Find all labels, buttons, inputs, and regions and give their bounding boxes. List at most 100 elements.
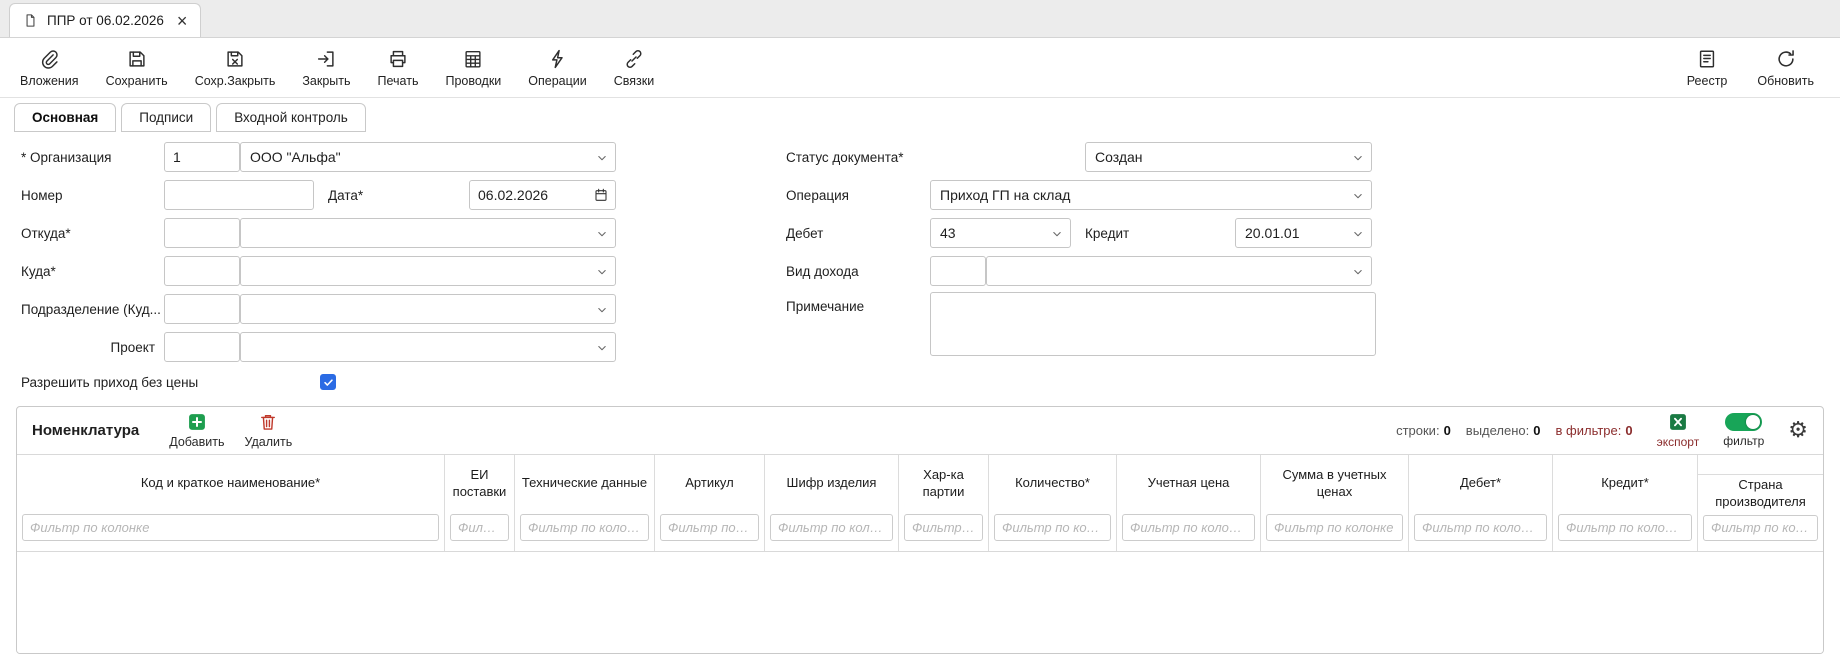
document-tab[interactable]: ППР от 06.02.2026 × [9,3,201,37]
column-filter-input[interactable] [994,514,1111,541]
to-label: Куда* [21,264,164,279]
note-textarea[interactable] [930,292,1376,356]
column-filter-input[interactable] [1414,514,1547,541]
column-filter-input[interactable] [904,514,983,541]
organization-code-input[interactable] [164,142,240,172]
plus-icon [187,412,207,432]
operation-value: Приход ГП на склад [940,187,1070,203]
column-filter-input[interactable] [1703,515,1818,541]
registry-button[interactable]: Реестр [1687,48,1728,88]
date-field[interactable] [469,180,616,210]
chevron-down-icon [595,151,609,165]
refresh-button[interactable]: Обновить [1757,48,1814,88]
number-input[interactable] [164,180,314,210]
grid-column-11: Кредит* [1553,455,1698,551]
operation-row: Операция Приход ГП на склад [786,176,1376,214]
project-row: Проект [21,328,616,366]
form-left-column: * Организация ООО "Альфа" Номер Дата* От… [21,138,616,398]
delete-row-label: Удалить [244,435,292,449]
chevron-down-icon [1351,265,1365,279]
close-tab-icon[interactable]: × [177,12,188,30]
grid-column-12: Страна производителя [1698,455,1823,551]
income-type-code-input[interactable] [930,256,986,286]
column-filter-input[interactable] [770,514,893,541]
grid-column-5: Шифр изделия [765,455,899,551]
column-header[interactable]: Учетная цена [1117,455,1260,512]
allow-no-price-label: Разрешить приход без цены [21,375,320,390]
column-filter-input[interactable] [22,514,439,541]
operations-button[interactable]: Операции [528,48,586,88]
delete-row-button[interactable]: Удалить [244,412,292,449]
refresh-label: Обновить [1757,74,1814,88]
note-row: Примечание [786,290,1376,328]
grid-column-6: Хар-ка партии [899,455,989,551]
tab-signatures[interactable]: Подписи [121,103,211,132]
save-close-label: Сохр.Закрыть [195,74,276,88]
column-header[interactable]: Кредит* [1553,455,1697,512]
grid-header: Код и краткое наименование*ЕИ поставкиТе… [17,455,1823,552]
add-row-button[interactable]: Добавить [169,412,224,449]
column-filter-input[interactable] [520,514,649,541]
chevron-down-icon [1351,151,1365,165]
from-code-input[interactable] [164,218,240,248]
division-select[interactable] [240,294,616,324]
column-filter-input[interactable] [1266,514,1403,541]
debit-credit-row: Дебет 43 Кредит 20.01.01 [786,214,1376,252]
tab-input-control[interactable]: Входной контроль [216,103,366,132]
operations-label: Операции [528,74,586,88]
filter-toggle[interactable] [1725,413,1762,431]
from-select[interactable] [240,218,616,248]
column-filter-input[interactable] [660,514,759,541]
column-header[interactable]: Хар-ка партии [899,455,988,512]
column-filter-input[interactable] [1122,514,1255,541]
allow-no-price-checkbox[interactable] [320,374,336,390]
print-button[interactable]: Печать [378,48,419,88]
project-label: Проект [21,340,164,355]
status-select[interactable]: Создан [1085,142,1372,172]
column-header[interactable]: Количество* [989,455,1116,512]
column-header[interactable]: Технические данные [515,455,654,512]
save-close-icon [224,48,246,70]
column-header[interactable]: Код и краткое наименование* [17,455,444,512]
filter-label: фильтр [1723,434,1764,448]
column-filter-input[interactable] [450,514,509,541]
division-code-input[interactable] [164,294,240,324]
column-header[interactable]: Страна производителя [1698,475,1823,513]
project-code-input[interactable] [164,332,240,362]
calendar-icon[interactable] [593,187,609,203]
column-header[interactable]: Сумма в учетных ценах [1261,455,1408,512]
organization-label: * Организация [21,150,164,165]
gear-icon[interactable]: ⚙ [1788,420,1808,442]
column-header[interactable]: ЕИ поставки [445,455,514,512]
grid-column-8: Учетная цена [1117,455,1261,551]
links-button[interactable]: Связки [614,48,654,88]
credit-select[interactable]: 20.01.01 [1235,218,1372,248]
column-header[interactable]: Артикул [655,455,764,512]
filter-toggle-group[interactable]: фильтр [1723,413,1764,448]
document-tab-bar: ППР от 06.02.2026 × [0,0,1840,38]
credit-label: Кредит [1085,226,1235,241]
grid-column-7: Количество* [989,455,1117,551]
to-code-input[interactable] [164,256,240,286]
export-button[interactable]: экспорт [1657,412,1700,449]
to-select[interactable] [240,256,616,286]
note-label: Примечание [786,290,930,314]
income-type-select[interactable] [986,256,1372,286]
project-select[interactable] [240,332,616,362]
close-doc-icon [315,48,337,70]
from-label: Откуда* [21,226,164,241]
postings-button[interactable]: Проводки [445,48,501,88]
debit-select[interactable]: 43 [930,218,1071,248]
attachments-button[interactable]: Вложения [20,48,79,88]
column-header-top-strip [1698,455,1823,475]
column-filter-input[interactable] [1558,514,1692,541]
save-close-button[interactable]: Сохр.Закрыть [195,48,276,88]
close-button[interactable]: Закрыть [302,48,350,88]
toolbar-right: Реестр Обновить [1687,48,1814,88]
tab-main[interactable]: Основная [14,103,116,132]
operation-select[interactable]: Приход ГП на склад [930,180,1372,210]
organization-select[interactable]: ООО "Альфа" [240,142,616,172]
column-header[interactable]: Дебет* [1409,455,1552,512]
save-button[interactable]: Сохранить [106,48,168,88]
column-header[interactable]: Шифр изделия [765,455,898,512]
